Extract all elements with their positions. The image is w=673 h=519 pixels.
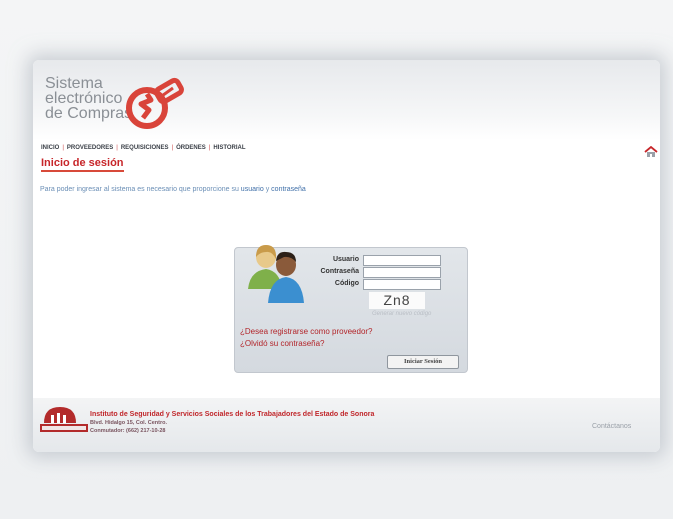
nav-separator: | (208, 145, 211, 151)
nav-item-requisiciones[interactable]: REQUISICIONES (121, 145, 169, 151)
nav-separator: | (116, 145, 118, 151)
regenerate-captcha-link[interactable]: Generar nuevo código (372, 311, 431, 317)
institute-name: Instituto de Seguridad y Servicios Socia… (90, 411, 375, 418)
main-nav: INICIO | PROVEEDORES | REQUISICIONES | Ó… (41, 145, 246, 151)
register-provider-link[interactable]: ¿Desea registrarse como proveedor? (240, 327, 373, 336)
contrasena-label: Contraseña (320, 268, 359, 275)
usuario-label: Usuario (332, 256, 359, 263)
brand-line-2: electrónico (45, 90, 123, 107)
nav-item-inicio[interactable]: INICIO (41, 145, 59, 151)
login-panel: Usuario Contraseña Código Zn8 Generar nu… (234, 245, 468, 373)
intro-text: Para poder ingresar al sistema es necesa… (40, 186, 306, 193)
codigo-input[interactable] (363, 279, 441, 290)
intro-text-main: Para poder ingresar al sistema es necesa… (40, 186, 239, 193)
nav-item-ordenes[interactable]: ÓRDENES (176, 145, 206, 151)
intro-usuario: usuario (240, 186, 264, 193)
footer: Instituto de Seguridad y Servicios Socia… (33, 398, 660, 452)
home-icon[interactable] (644, 146, 658, 158)
header: Sistema electrónico de Compras (33, 60, 660, 140)
contact-link[interactable]: Contáctanos (592, 423, 631, 430)
institute-phone: Conmutador: (662) 217-10-28 (90, 428, 166, 434)
brand-logo-text: Sistema electrónico de Compras (45, 75, 133, 122)
page-title: Inicio de sesión (41, 157, 124, 172)
intro-and: y (265, 186, 270, 193)
contrasena-input[interactable] (363, 267, 441, 278)
intro-contrasena: contraseña (271, 186, 306, 193)
nav-separator: | (62, 145, 64, 151)
codigo-label: Código (334, 280, 359, 287)
issstesson-logo-icon (40, 407, 88, 432)
nav-item-historial[interactable]: HISTORIAL (213, 145, 245, 151)
brand-line-1: Sistema (45, 75, 103, 92)
usuario-input[interactable] (363, 255, 441, 266)
compras-logo-icon (126, 77, 184, 129)
nav-item-proveedores[interactable]: PROVEEDORES (67, 145, 113, 151)
nav-separator: | (171, 145, 174, 151)
login-button[interactable]: Iniciar Sesión (387, 355, 459, 369)
brand-line-3: de Compras (45, 105, 133, 122)
app-window: Sistema electrónico de Compras INICIO | … (33, 60, 660, 452)
institute-address: Blvd. Hidalgo 15, Col. Centro. (90, 420, 168, 426)
forgot-password-link[interactable]: ¿Olvidó su contraseña? (240, 339, 325, 348)
captcha-image: Zn8 (369, 292, 425, 309)
